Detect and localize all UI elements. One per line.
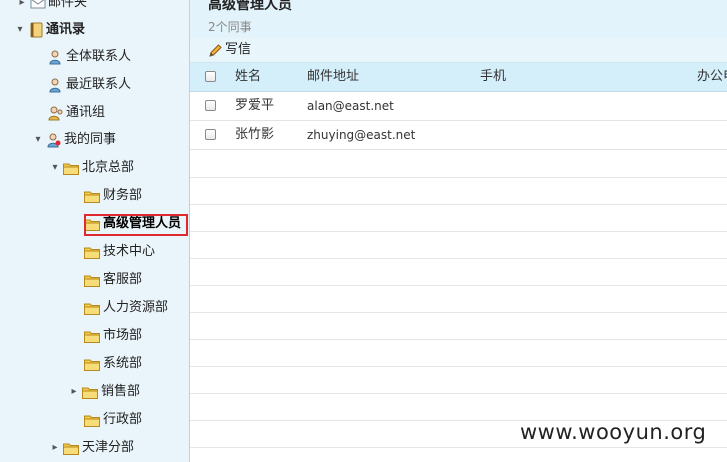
select-all-checkbox[interactable]: [205, 71, 216, 82]
sidebar-item-label: 人力资源部: [103, 300, 169, 315]
empty-row: [190, 150, 727, 178]
pencil-icon: [208, 43, 223, 58]
sidebar-item-label: 通讯录: [46, 22, 86, 37]
colleagues-icon: [46, 132, 62, 148]
sidebar-item-finance[interactable]: 财务部: [84, 185, 142, 207]
watermark-text: www.wooyun.org: [520, 420, 707, 444]
main-panel: 高级管理人员 2个同事 写信 姓名 邮件地址 手机 办公电 罗爱平 alan@e…: [190, 0, 727, 462]
chevron-down-icon[interactable]: ▾: [14, 19, 26, 41]
chevron-down-icon[interactable]: ▾: [32, 129, 44, 151]
sidebar-item-label: 北京总部: [82, 160, 135, 175]
column-header-office-phone[interactable]: 办公电: [697, 63, 727, 91]
page-title: 高级管理人员: [208, 0, 292, 13]
empty-row: [190, 285, 727, 313]
sidebar-item-marketing[interactable]: 市场部: [84, 325, 142, 347]
empty-row: [190, 204, 727, 232]
folder-icon: [84, 302, 100, 315]
chevron-down-icon[interactable]: ▾: [49, 157, 61, 179]
sidebar-item-groups[interactable]: 通讯组: [48, 102, 105, 124]
sidebar-item-tech-center[interactable]: 技术中心: [84, 241, 155, 263]
chevron-right-icon[interactable]: ▸: [49, 437, 61, 459]
group-icon: [48, 105, 64, 121]
sidebar-item-colleagues[interactable]: ▾ 我的同事: [32, 129, 116, 151]
sidebar-item-all-contacts[interactable]: 全体联系人: [48, 46, 131, 68]
column-header-mobile[interactable]: 手机: [480, 63, 506, 91]
table-header: 姓名 邮件地址 手机 办公电: [190, 63, 727, 92]
contact-name: 张竹影: [235, 127, 275, 142]
empty-row: [190, 393, 727, 421]
sidebar-item-label: 技术中心: [103, 244, 156, 259]
highlight-annotation: [84, 214, 188, 236]
sidebar-item-label: 全体联系人: [66, 49, 132, 64]
contact-name: 罗爱平: [235, 98, 275, 113]
row-checkbox[interactable]: [205, 129, 216, 140]
empty-row: [190, 258, 727, 286]
contact-email[interactable]: zhuying@east.net: [307, 121, 415, 149]
sidebar-item-recent-contacts[interactable]: 最近联系人: [48, 74, 131, 96]
column-header-name[interactable]: 姓名: [235, 63, 261, 91]
empty-row: [190, 366, 727, 394]
folder-icon: [84, 246, 100, 259]
compose-button[interactable]: 写信: [208, 41, 251, 59]
sidebar-item-label: 客服部: [103, 272, 143, 287]
folder-icon: [84, 190, 100, 203]
user-icon: [48, 49, 64, 65]
chevron-right-icon[interactable]: ▸: [16, 0, 28, 14]
sidebar-item-systems[interactable]: 系统部: [84, 353, 142, 375]
content-header: 高级管理人员 2个同事: [190, 0, 727, 38]
mail-icon: [30, 0, 46, 11]
sidebar-item-label: 市场部: [103, 328, 143, 343]
toolbar: 写信: [190, 38, 727, 63]
sidebar-item-label: 通讯组: [66, 105, 106, 120]
sidebar-item-label: 我的同事: [64, 132, 117, 147]
empty-row: [190, 312, 727, 340]
sidebar: ▸ 邮件夹 ▾ 通讯录 全体联系人 最近联系人 通讯组 ▾ 我的同事 ▾ 北京总…: [0, 0, 190, 462]
sidebar-item-label: 销售部: [101, 384, 141, 399]
folder-icon: [82, 386, 98, 399]
sidebar-item-beijing-hq[interactable]: ▾ 北京总部: [49, 157, 134, 179]
address-book-icon: [28, 22, 44, 38]
empty-row: [190, 231, 727, 259]
sidebar-item-hr[interactable]: 人力资源部: [84, 297, 168, 319]
sidebar-item-label: 天津分部: [82, 440, 135, 455]
chevron-right-icon[interactable]: ▸: [68, 381, 80, 403]
sidebar-item-label: 邮件夹: [48, 0, 88, 10]
empty-row: [190, 177, 727, 205]
sidebar-item-label: 行政部: [103, 412, 143, 427]
sidebar-item-mail-folders[interactable]: ▸ 邮件夹: [16, 0, 87, 14]
folder-icon: [63, 162, 79, 175]
folder-icon: [63, 442, 79, 455]
sidebar-item-tianjin-branch[interactable]: ▸ 天津分部: [49, 437, 134, 459]
sidebar-item-contacts[interactable]: ▾ 通讯录: [14, 19, 85, 41]
folder-icon: [84, 414, 100, 427]
sidebar-item-customer-service[interactable]: 客服部: [84, 269, 142, 291]
sidebar-item-label: 系统部: [103, 356, 143, 371]
sidebar-item-admin[interactable]: 行政部: [84, 409, 142, 431]
folder-icon: [84, 358, 100, 371]
user-icon: [48, 77, 64, 93]
sidebar-item-label: 最近联系人: [66, 77, 132, 92]
table-row[interactable]: 罗爱平 alan@east.net: [190, 92, 727, 121]
sidebar-item-sales[interactable]: ▸ 销售部: [68, 381, 140, 403]
table-row[interactable]: 张竹影 zhuying@east.net: [190, 121, 727, 150]
row-checkbox[interactable]: [205, 100, 216, 111]
sidebar-item-label: 财务部: [103, 188, 143, 203]
folder-icon: [84, 330, 100, 343]
contact-email[interactable]: alan@east.net: [307, 92, 394, 120]
column-header-email[interactable]: 邮件地址: [307, 63, 359, 91]
folder-icon: [84, 274, 100, 287]
member-count: 2个同事: [208, 20, 252, 34]
empty-row: [190, 339, 727, 367]
compose-label: 写信: [225, 42, 252, 57]
